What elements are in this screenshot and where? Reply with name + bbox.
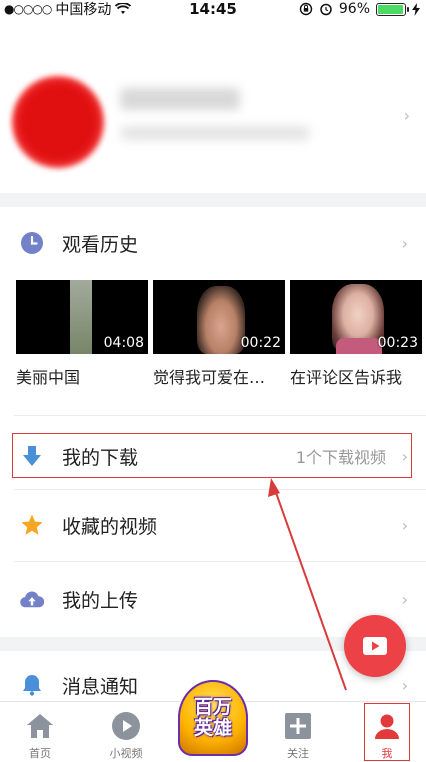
watch-history-row[interactable]: 观看历史 › bbox=[0, 225, 426, 261]
video-thumbnail[interactable]: 00:22 bbox=[153, 280, 285, 354]
tab-short-video[interactable]: 小视频 bbox=[86, 702, 166, 762]
menu-card: 观看历史 › 04:08 美丽中国 00:22 觉得我可爱在… 00:23 在评… bbox=[0, 207, 426, 637]
history-video-item[interactable]: 00:22 觉得我可爱在… bbox=[153, 280, 285, 388]
tab-short-video-label: 小视频 bbox=[109, 747, 143, 760]
user-info-blurred bbox=[120, 126, 310, 140]
divider bbox=[14, 489, 426, 490]
chevron-right-icon: › bbox=[401, 233, 408, 253]
alarm-icon bbox=[320, 3, 332, 16]
video-title[interactable]: 美丽中国 bbox=[16, 364, 148, 388]
chevron-right-icon: › bbox=[401, 515, 408, 535]
tab-home[interactable]: 首页 bbox=[0, 702, 80, 762]
annotation-highlight-box bbox=[364, 703, 410, 761]
promo-text-line1: 百万 bbox=[193, 696, 232, 718]
promo-badge[interactable]: 百万 英雄 bbox=[178, 680, 248, 756]
video-duration: 00:23 bbox=[377, 335, 418, 351]
chevron-right-icon: › bbox=[401, 589, 408, 609]
divider bbox=[14, 415, 426, 416]
chevron-right-icon: › bbox=[401, 675, 408, 695]
history-thumbnails: 04:08 美丽中国 00:22 觉得我可爱在… 00:23 在评论区告诉我 bbox=[16, 280, 426, 388]
uploads-label: 我的上传 bbox=[62, 589, 139, 612]
favorites-label: 收藏的视频 bbox=[62, 515, 158, 538]
history-video-item[interactable]: 04:08 美丽中国 bbox=[16, 280, 148, 388]
user-name-blurred bbox=[120, 88, 240, 110]
record-video-button[interactable] bbox=[344, 615, 406, 677]
divider bbox=[14, 561, 426, 562]
video-thumbnail[interactable]: 00:23 bbox=[290, 280, 422, 354]
plus-square-icon bbox=[283, 711, 313, 741]
section-gap bbox=[0, 193, 426, 207]
video-duration: 00:22 bbox=[240, 335, 281, 351]
profile-header[interactable]: › bbox=[0, 18, 426, 193]
tab-follow[interactable]: 关注 bbox=[258, 702, 338, 762]
play-circle-icon bbox=[111, 711, 141, 741]
home-icon bbox=[25, 711, 55, 741]
video-duration: 04:08 bbox=[103, 335, 144, 351]
tab-home-label: 首页 bbox=[29, 747, 51, 760]
bell-icon bbox=[20, 673, 44, 697]
promo-text-line2: 英雄 bbox=[193, 717, 232, 739]
watch-history-label: 观看历史 bbox=[62, 233, 139, 256]
video-title[interactable]: 觉得我可爱在… bbox=[153, 364, 285, 388]
star-icon bbox=[20, 513, 44, 537]
battery-percent: 96% bbox=[338, 1, 370, 17]
clock-icon bbox=[20, 231, 44, 255]
history-video-item[interactable]: 00:23 在评论区告诉我 bbox=[290, 280, 422, 388]
battery-icon bbox=[376, 2, 409, 16]
charging-icon bbox=[412, 2, 420, 16]
video-title[interactable]: 在评论区告诉我 bbox=[290, 364, 422, 388]
status-bar: ●○○○○ 中国移动 14:45 96% bbox=[0, 0, 426, 18]
uploads-row[interactable]: 我的上传 › bbox=[0, 581, 426, 617]
tab-follow-label: 关注 bbox=[287, 747, 309, 760]
rotation-lock-icon bbox=[299, 2, 313, 16]
cloud-upload-icon bbox=[20, 587, 44, 611]
chevron-right-icon: › bbox=[403, 106, 410, 125]
favorites-row[interactable]: 收藏的视频 › bbox=[0, 507, 426, 543]
annotation-highlight-box bbox=[12, 433, 412, 478]
video-thumbnail[interactable]: 04:08 bbox=[16, 280, 148, 354]
avatar[interactable] bbox=[12, 76, 104, 168]
play-video-icon bbox=[363, 637, 387, 655]
notifications-label: 消息通知 bbox=[62, 675, 139, 698]
